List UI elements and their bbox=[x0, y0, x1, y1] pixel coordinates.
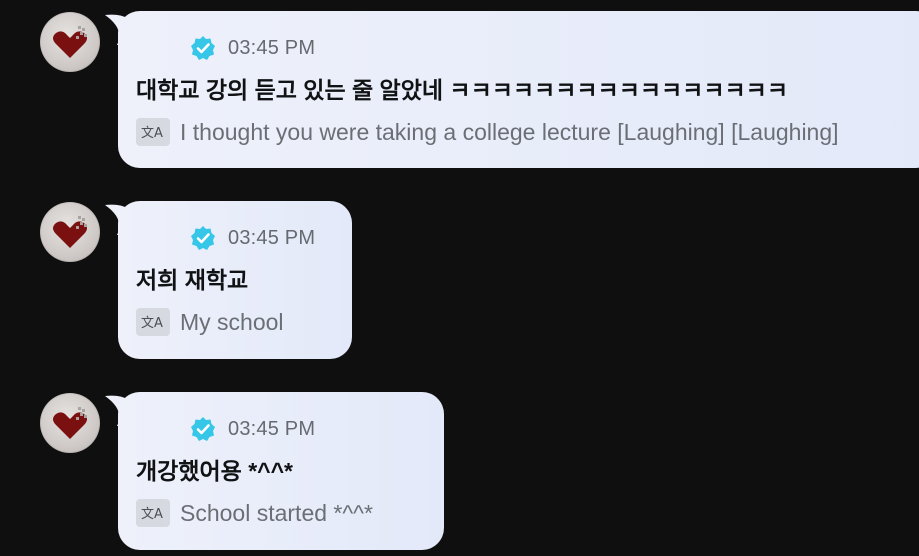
heart-avatar-icon bbox=[53, 407, 87, 439]
chat-thread: 03:45 PM 대학교 강의 듣고 있는 줄 알았네 ㅋㅋㅋㅋㅋㅋㅋㅋㅋㅋㅋㅋ… bbox=[0, 0, 919, 556]
original-message-text: 개강했어용 *^^* bbox=[136, 458, 293, 484]
translate-icon[interactable]: 文A bbox=[136, 308, 170, 336]
translated-message-text: School started *^^* bbox=[180, 499, 373, 526]
translate-icon[interactable]: 文A bbox=[136, 118, 170, 146]
translated-message-text: I thought you were taking a college lect… bbox=[180, 118, 839, 145]
message-meta: 03:45 PM bbox=[190, 416, 315, 442]
verified-badge-icon bbox=[191, 36, 215, 60]
svg-text:文A: 文A bbox=[141, 316, 163, 331]
original-message-text: 저희 재학교 bbox=[136, 267, 249, 293]
avatar[interactable] bbox=[40, 202, 100, 262]
avatar[interactable] bbox=[40, 393, 100, 453]
message-bubble[interactable]: 03:45 PM 대학교 강의 듣고 있는 줄 알았네 ㅋㅋㅋㅋㅋㅋㅋㅋㅋㅋㅋㅋ… bbox=[118, 11, 919, 168]
verified-badge-icon bbox=[191, 226, 215, 250]
heart-avatar-icon bbox=[53, 26, 87, 58]
timestamp: 03:45 PM bbox=[228, 226, 316, 249]
translated-message-text: My school bbox=[180, 308, 284, 335]
avatar[interactable] bbox=[40, 12, 100, 72]
verified-badge-icon bbox=[191, 417, 215, 441]
message-bubble[interactable]: 03:45 PM 개강했어용 *^^* 文A School started *^… bbox=[118, 392, 444, 550]
svg-text:文A: 文A bbox=[141, 126, 163, 141]
translate-icon[interactable]: 文A bbox=[136, 499, 170, 527]
timestamp: 03:45 PM bbox=[228, 417, 316, 440]
timestamp: 03:45 PM bbox=[228, 36, 316, 59]
translation-row: 文A My school bbox=[136, 307, 284, 337]
heart-avatar-icon bbox=[53, 216, 87, 248]
svg-text:文A: 文A bbox=[141, 507, 163, 522]
translation-row: 文A School started *^^* bbox=[136, 498, 373, 528]
message-bubble[interactable]: 03:45 PM 저희 재학교 文A My school bbox=[118, 201, 352, 359]
translation-row: 文A I thought you were taking a college l… bbox=[136, 117, 839, 147]
message-meta: 03:45 PM bbox=[190, 35, 315, 61]
original-message-text: 대학교 강의 듣고 있는 줄 알았네 ㅋㅋㅋㅋㅋㅋㅋㅋㅋㅋㅋㅋㅋㅋㅋㅋ bbox=[136, 77, 788, 103]
message-meta: 03:45 PM bbox=[190, 225, 315, 251]
